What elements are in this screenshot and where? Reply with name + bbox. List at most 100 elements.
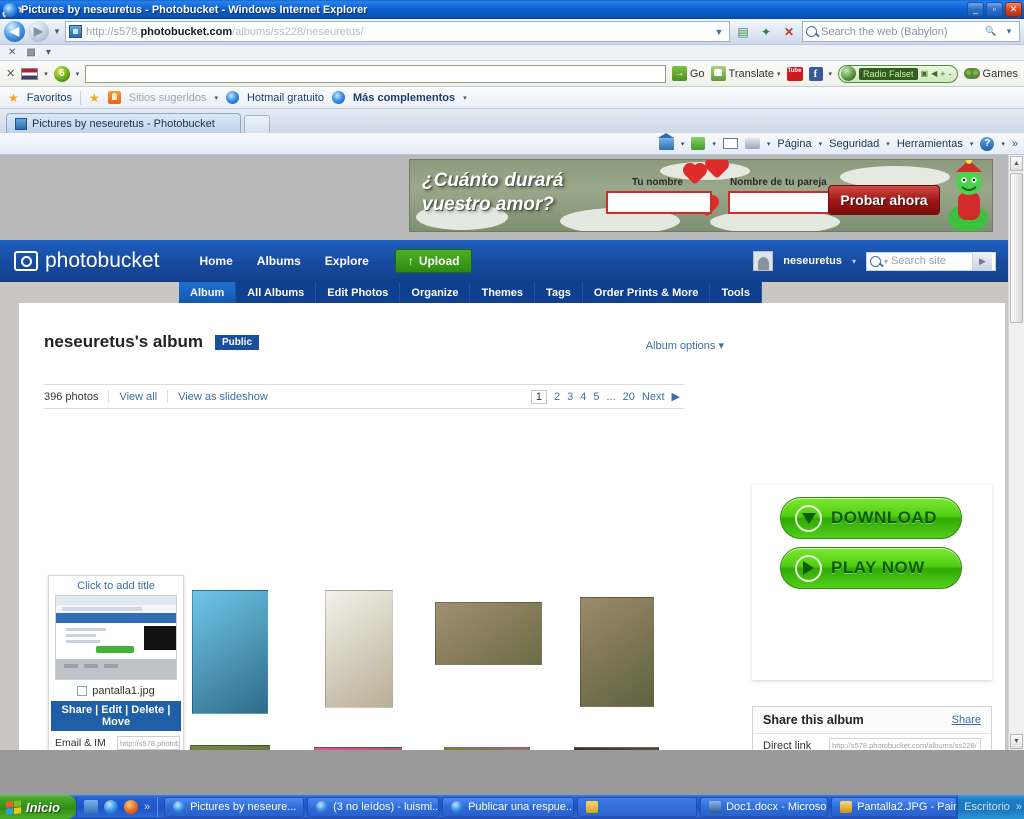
album-options-menu[interactable]: Album options ▾: [646, 339, 724, 352]
scrollbar-thumb[interactable]: [1010, 173, 1023, 323]
search-provider-icon[interactable]: ▤: [733, 22, 753, 42]
view-all-link[interactable]: View all: [109, 391, 167, 403]
nav-home[interactable]: Home: [199, 254, 232, 268]
page-4[interactable]: 4: [580, 391, 586, 403]
scroll-up-arrow-icon[interactable]: ▲: [1010, 156, 1023, 171]
babylon-translate-button[interactable]: Translate ▾: [710, 66, 781, 81]
url-input[interactable]: http://s578.photobucket.com/albums/ss228…: [65, 21, 730, 42]
suggested-sites-caret-icon[interactable]: ▾: [214, 94, 218, 102]
show-desktop-icon[interactable]: [83, 800, 98, 814]
download-button[interactable]: DOWNLOAD: [780, 497, 962, 539]
tab-tools[interactable]: Tools: [710, 282, 762, 303]
thin-tool-icon[interactable]: ▩: [26, 47, 35, 58]
help-icon[interactable]: ?: [980, 136, 995, 151]
babylon-logo-icon[interactable]: [53, 65, 70, 82]
page-last[interactable]: 20: [623, 391, 635, 403]
radio-volume-icon[interactable]: ◀: [931, 69, 937, 78]
security-menu[interactable]: Seguridad: [829, 138, 879, 150]
page-3[interactable]: 3: [567, 391, 573, 403]
babylon-caret-icon[interactable]: ▾: [76, 70, 80, 78]
radio-volume-down-button[interactable]: -: [949, 69, 952, 79]
new-tab-button[interactable]: [244, 115, 270, 133]
page-next[interactable]: Next: [642, 391, 665, 403]
task-item-other[interactable]: [577, 797, 698, 817]
page-scrollbar[interactable]: ▲ ▼: [1008, 155, 1024, 750]
url-dropdown-icon[interactable]: ▼: [712, 27, 726, 37]
photobucket-logo[interactable]: photobucket: [14, 249, 159, 273]
play-now-button[interactable]: PLAY NOW: [780, 547, 962, 589]
hotmail-label[interactable]: Hotmail gratuito: [247, 92, 324, 104]
facebook-caret-icon[interactable]: ▾: [829, 70, 833, 78]
avatar[interactable]: [753, 251, 774, 271]
page-current[interactable]: 1: [530, 389, 547, 404]
tab-tags[interactable]: Tags: [535, 282, 583, 303]
more-addons-label[interactable]: Más complementos: [353, 92, 455, 104]
tab-themes[interactable]: Themes: [470, 282, 536, 303]
site-search-input[interactable]: ▾ Search site ▶: [866, 251, 996, 271]
ad-partner-input[interactable]: [728, 191, 835, 214]
share-album-link[interactable]: Share: [952, 714, 981, 726]
home-icon[interactable]: [657, 133, 674, 150]
browser-search-input[interactable]: Search the web (Babylon) 🔍 ▾: [802, 21, 1020, 42]
thin-close-icon[interactable]: ✕: [8, 47, 16, 58]
tab-all-albums[interactable]: All Albums: [236, 282, 317, 303]
language-flag-icon[interactable]: [21, 67, 39, 80]
language-caret-icon[interactable]: ▾: [44, 70, 48, 78]
close-button[interactable]: ✕: [1005, 2, 1022, 17]
tab-organize[interactable]: Organize: [400, 282, 471, 303]
radio-stop-icon[interactable]: ▣: [921, 69, 929, 78]
babylon-close-icon[interactable]: ✕: [6, 67, 15, 80]
tray-overflow-icon[interactable]: »: [1016, 801, 1022, 813]
help-caret-icon[interactable]: ▾: [1001, 140, 1005, 148]
tab-order-prints[interactable]: Order Prints & More: [583, 282, 711, 303]
tile-add-title-link[interactable]: Click to add title: [49, 576, 183, 595]
tools-menu[interactable]: Herramientas: [897, 138, 963, 150]
babylon-search-input[interactable]: [85, 64, 666, 83]
code-input-email[interactable]: http://s578.photobu: [117, 736, 180, 750]
start-button[interactable]: Inicio: [0, 795, 76, 819]
user-menu-caret-icon[interactable]: ▾: [852, 257, 856, 266]
nav-albums[interactable]: Albums: [257, 254, 301, 268]
maximize-button[interactable]: ▫: [986, 2, 1003, 17]
youtube-icon[interactable]: Tube: [786, 66, 803, 81]
favorites-label[interactable]: Favoritos: [27, 92, 72, 104]
tile-select-checkbox[interactable]: [77, 686, 88, 696]
page-caret-icon[interactable]: ▾: [819, 140, 823, 148]
feeds-icon[interactable]: [691, 137, 706, 150]
add-favorite-icon[interactable]: ★: [89, 91, 100, 105]
tab-edit-photos[interactable]: Edit Photos: [316, 282, 401, 303]
username-label[interactable]: neseuretus: [783, 255, 842, 267]
babylon-go-button[interactable]: → Go: [671, 66, 705, 81]
print-caret-icon[interactable]: ▾: [767, 140, 771, 148]
games-button[interactable]: Games: [963, 68, 1018, 80]
suggested-sites-label[interactable]: Sitios sugeridos: [129, 92, 207, 104]
favorites-star-icon[interactable]: ★: [8, 91, 19, 105]
feeds-caret-icon[interactable]: ▾: [712, 140, 716, 148]
tools-caret-icon[interactable]: ▾: [970, 140, 974, 148]
minimize-button[interactable]: _: [967, 2, 984, 17]
facebook-icon[interactable]: f: [808, 66, 823, 81]
tray-desktop-label[interactable]: Escritorio: [964, 801, 1010, 813]
task-item-mail[interactable]: (3 no leídos) - luismi...: [307, 797, 440, 817]
ad-name-input[interactable]: [606, 191, 712, 214]
quicklaunch-overflow-icon[interactable]: »: [144, 801, 150, 813]
browser-tab-active[interactable]: Pictures by neseuretus - Photobucket: [6, 113, 241, 133]
refresh-button[interactable]: ✦: [756, 22, 776, 42]
site-search-submit-button[interactable]: ▶: [972, 251, 992, 271]
home-caret-icon[interactable]: ▾: [681, 140, 685, 148]
thin-caret-icon[interactable]: ▾: [46, 47, 51, 58]
security-caret-icon[interactable]: ▾: [886, 140, 890, 148]
view-slideshow-link[interactable]: View as slideshow: [168, 391, 278, 403]
upload-button[interactable]: ↑ Upload: [394, 249, 473, 273]
search-options-icon[interactable]: ▾: [1002, 26, 1016, 37]
page-menu[interactable]: Página: [777, 138, 811, 150]
nav-explore[interactable]: Explore: [325, 254, 369, 268]
forward-button[interactable]: ▶: [28, 21, 49, 42]
search-submit-icon[interactable]: 🔍: [984, 26, 998, 37]
direct-link-input[interactable]: http://s578.photobucket.com/albums/ss228…: [829, 738, 981, 750]
tile-thumbnail[interactable]: [55, 595, 177, 680]
command-overflow-icon[interactable]: »: [1012, 138, 1018, 150]
ad-banner[interactable]: ¿Cuánto durará vuestro amor? Tu nombre N…: [409, 159, 993, 232]
tab-album[interactable]: Album: [179, 282, 237, 308]
site-search-caret-icon[interactable]: ▾: [884, 257, 888, 266]
